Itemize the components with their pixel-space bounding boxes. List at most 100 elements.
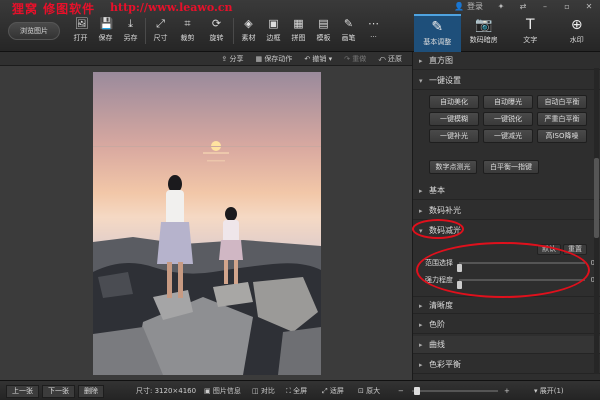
chevron-right-icon: ▸ bbox=[419, 361, 423, 369]
brush-icon: ✎ bbox=[343, 17, 354, 30]
material-icon: ◈ bbox=[244, 17, 253, 30]
zoom-out-icon[interactable]: − bbox=[398, 385, 404, 398]
next-image-button[interactable]: 下一张 bbox=[42, 385, 75, 398]
section-levels[interactable]: ▸ 色阶 bbox=[413, 316, 600, 334]
adjust-icon: ✎ bbox=[431, 19, 444, 35]
share-icon: ⇪ bbox=[221, 55, 228, 63]
chevron-right-icon: ▸ bbox=[419, 341, 423, 349]
section-color-balance[interactable]: ▸ 色彩平衡 bbox=[413, 356, 600, 374]
tool-open-button[interactable]: 🖼 打开 bbox=[68, 18, 93, 48]
section-basic[interactable]: ▸ 基本 bbox=[413, 182, 600, 200]
one-click-button[interactable]: 自动白平衡 bbox=[537, 95, 587, 109]
zoom-slider[interactable] bbox=[412, 387, 498, 395]
top-toolbar: 狸窝 修图软件 http://www.leawo.cn 👤 登录 ✦ ⇄ – ▫ … bbox=[0, 0, 600, 52]
section-one-click[interactable]: ▾ 一键设置 bbox=[413, 72, 600, 90]
crop-icon: ⌗ bbox=[184, 17, 191, 30]
section-clarity[interactable]: ▸ 清晰度 bbox=[413, 296, 600, 314]
action-bar: ⇪ 分享 ▦ 保存动作 ↶ 撤销 ▾ ↷ 重做 ⤺ 还原 bbox=[0, 52, 412, 66]
share-button[interactable]: ⇪ 分享 bbox=[217, 53, 247, 65]
share-icon[interactable]: ⇄ bbox=[512, 0, 534, 14]
one-click-button[interactable]: 一键锐化 bbox=[483, 112, 533, 126]
photo-preview bbox=[93, 72, 321, 375]
tool-brush-button[interactable]: ✎ 画笔 bbox=[336, 18, 361, 48]
compare-icon: ◫ bbox=[252, 387, 259, 395]
restore-icon: ⤺ bbox=[378, 55, 386, 63]
tab-watermark[interactable]: ⊕ 水印 bbox=[554, 14, 600, 52]
resize-icon: ⤢ bbox=[156, 17, 165, 30]
tool-rotate-button[interactable]: ⟳ 旋转 bbox=[202, 18, 231, 48]
template-icon: ▤ bbox=[318, 17, 329, 30]
tab-adjust[interactable]: ✎ 基本调整 bbox=[414, 14, 461, 52]
tab-text[interactable]: T 文字 bbox=[507, 14, 554, 52]
shirt-icon[interactable]: ✦ bbox=[490, 0, 512, 14]
prev-image-button[interactable]: 上一张 bbox=[6, 385, 39, 398]
tool-frame-button[interactable]: ▣ 边框 bbox=[261, 18, 286, 48]
text-icon: T bbox=[525, 17, 535, 33]
chevron-right-icon: ▸ bbox=[419, 321, 423, 329]
tool-more-button[interactable]: ⋯ ··· bbox=[361, 18, 386, 48]
image-info-button[interactable]: ▣ 图片信息 bbox=[204, 385, 241, 398]
section-fill-light[interactable]: ▸ 数码补光 bbox=[413, 202, 600, 220]
open-icon: 🖼 bbox=[74, 17, 89, 30]
tool-collage-button[interactable]: ▦ 拼图 bbox=[286, 18, 311, 48]
titlebar-controls: 👤 登录 ✦ ⇄ – ▫ ✕ bbox=[450, 0, 600, 14]
one-click-button[interactable]: 一键补光 bbox=[429, 129, 479, 143]
zoom-in-icon[interactable]: + bbox=[504, 385, 510, 398]
undo-icon: ↶ bbox=[304, 55, 311, 63]
chevron-down-icon: ▾ bbox=[419, 77, 423, 85]
frame-icon: ▣ bbox=[268, 17, 279, 30]
beach-photo bbox=[93, 72, 321, 375]
adjust-panel: ▸ 直方图 ▾ 一键设置 自动美化 自动曝光 自动白平衡一键模糊 一键锐化 严重白平衡一键补… bbox=[412, 52, 600, 380]
tool-resize-button[interactable]: ⤢ 尺寸 bbox=[148, 18, 173, 48]
extra-tool-button[interactable]: 数字点测光 bbox=[429, 160, 477, 174]
browse-images-button[interactable]: 浏览图片 bbox=[8, 22, 60, 40]
section-histogram[interactable]: ▸ 直方图 bbox=[413, 52, 600, 70]
save-icon: 💾 bbox=[99, 17, 114, 30]
minimize-icon[interactable]: – bbox=[534, 0, 556, 14]
restore-button[interactable]: ⤺ 还原 bbox=[374, 53, 406, 65]
annotation-circle bbox=[412, 219, 464, 239]
tool-strip: 🖼 打开 💾 保存 ⤓ 另存 ⤢ 尺寸 ⌗ 裁剪 ⟳ 旋转 ◈ 素材 ▣ 边框 ▦ 拼图 ▤ 模板 ✎ 画笔 ⋯ ··· bbox=[68, 18, 386, 48]
close-icon[interactable]: ✕ bbox=[578, 0, 600, 14]
save-as-icon: ⤓ bbox=[128, 17, 133, 30]
save-action-icon: ▦ bbox=[255, 55, 263, 63]
annotation-circle bbox=[416, 242, 590, 298]
tab-camera[interactable]: 📷 数码暗房 bbox=[461, 14, 508, 52]
one-click-button[interactable]: 一键模糊 bbox=[429, 112, 479, 126]
one-click-button[interactable]: 高ISO降噪 bbox=[537, 129, 587, 143]
watermark-url: http://www.leawo.cn bbox=[110, 1, 233, 14]
one-click-button[interactable]: 一键减光 bbox=[483, 129, 533, 143]
restore-icon[interactable]: ▫ bbox=[556, 0, 578, 14]
tool-save-button[interactable]: 💾 保存 bbox=[93, 18, 118, 48]
expand-button[interactable]: ▾ 展开(1) bbox=[534, 385, 564, 398]
watermark-text: 狸窝 修图软件 bbox=[12, 2, 96, 16]
panel-scrollbar[interactable] bbox=[594, 68, 599, 374]
login-button[interactable]: 👤 登录 bbox=[450, 0, 490, 14]
save-action-button[interactable]: ▦ 保存动作 bbox=[251, 53, 296, 65]
fit-screen-button[interactable]: ⤢ 适屏 bbox=[322, 385, 344, 398]
redo-icon: ↷ bbox=[344, 55, 351, 63]
rotate-icon: ⟳ bbox=[211, 17, 222, 30]
redo-button[interactable]: ↷ 重做 bbox=[340, 53, 370, 65]
tool-save-as-button[interactable]: ⤓ 另存 bbox=[118, 18, 143, 48]
tool-material-button[interactable]: ◈ 素材 bbox=[236, 18, 261, 48]
fullscreen-icon: ⛶ bbox=[286, 387, 291, 395]
extra-tool-button[interactable]: 白平衡一指键 bbox=[483, 160, 539, 174]
zoom-knob[interactable] bbox=[414, 387, 420, 395]
tool-template-button[interactable]: ▤ 模板 bbox=[311, 18, 336, 48]
image-canvas[interactable] bbox=[0, 66, 412, 380]
camera-icon: 📷 bbox=[475, 17, 493, 33]
collage-icon: ▦ bbox=[293, 17, 304, 30]
one-click-button[interactable]: 自动曝光 bbox=[483, 95, 533, 109]
chevron-right-icon: ▸ bbox=[419, 302, 423, 310]
one-click-button[interactable]: 严重白平衡 bbox=[537, 112, 587, 126]
chevron-right-icon: ▸ bbox=[419, 57, 423, 65]
undo-button[interactable]: ↶ 撤销 ▾ bbox=[300, 53, 336, 65]
compare-button[interactable]: ◫ 对比 bbox=[252, 385, 275, 398]
delete-button[interactable]: 删除 bbox=[78, 385, 104, 398]
one-click-button[interactable]: 自动美化 bbox=[429, 95, 479, 109]
section-curves[interactable]: ▸ 曲线 bbox=[413, 336, 600, 354]
original-size-button[interactable]: ⊡ 原大 bbox=[358, 385, 380, 398]
fullscreen-button[interactable]: ⛶ 全屏 bbox=[286, 385, 307, 398]
tool-crop-button[interactable]: ⌗ 裁剪 bbox=[173, 18, 202, 48]
